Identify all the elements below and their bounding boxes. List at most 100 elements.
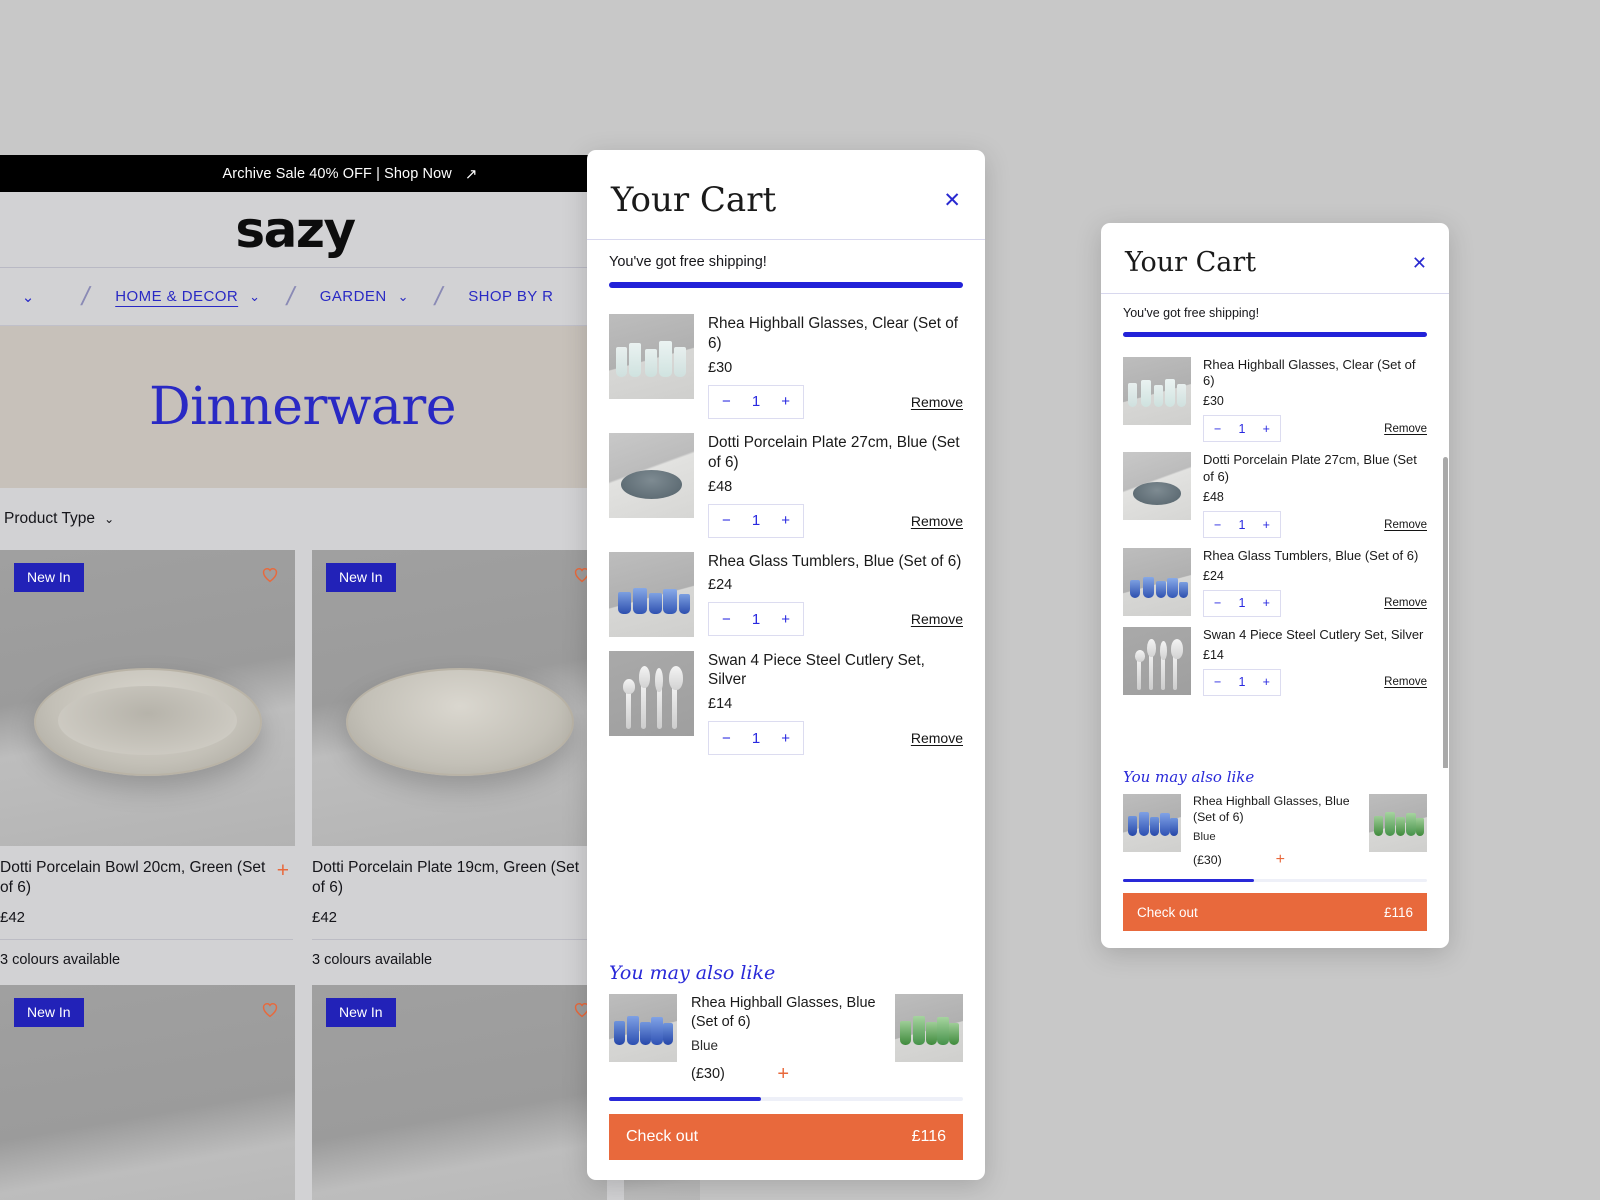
quantity-decrease-button[interactable]: −: [1214, 422, 1221, 436]
product-thumbnail[interactable]: [609, 551, 694, 637]
product-thumbnail[interactable]: [609, 650, 694, 736]
brand-logo[interactable]: sazy: [235, 205, 464, 255]
remove-item-link[interactable]: Remove: [911, 611, 963, 627]
quantity-increase-button[interactable]: +: [1263, 518, 1270, 532]
product-image[interactable]: New In: [0, 550, 295, 846]
product-card[interactable]: New In Dotti Porcelain Bowl 20cm, Green …: [0, 550, 295, 968]
cart-items-list: Rhea Highball Glasses, Clear (Set of 6) …: [587, 288, 985, 962]
product-card[interactable]: New In: [0, 985, 295, 1200]
recommendation-thumbnail[interactable]: [609, 994, 677, 1063]
remove-item-link[interactable]: Remove: [1384, 676, 1427, 688]
cart-line-item: Rhea Glass Tumblers, Blue (Set of 6) £24…: [609, 551, 963, 637]
chevron-down-icon[interactable]: ⌄: [0, 288, 56, 306]
quantity-stepper[interactable]: − 1 +: [708, 503, 804, 538]
quantity-increase-button[interactable]: +: [1263, 675, 1270, 689]
cart-item-name[interactable]: Swan 4 Piece Steel Cutlery Set, Silver: [708, 651, 963, 691]
quantity-decrease-button[interactable]: −: [1214, 675, 1221, 689]
close-icon[interactable]: ✕: [1412, 254, 1427, 272]
quantity-decrease-button[interactable]: −: [1214, 518, 1221, 532]
product-photo-shape: [33, 667, 262, 776]
nav-item-shop-by-room[interactable]: SHOP BY R: [468, 288, 553, 305]
recommendation-scrollbar[interactable]: [609, 1097, 963, 1101]
product-image[interactable]: New In: [0, 985, 295, 1200]
add-recommendation-icon[interactable]: +: [1276, 851, 1285, 868]
quantity-stepper[interactable]: − 1 +: [1203, 511, 1281, 539]
product-image[interactable]: New In: [312, 550, 607, 846]
nav-item-home-and-decor[interactable]: HOME & DECOR ⌄: [115, 288, 260, 305]
quantity-stepper[interactable]: − 1 +: [1203, 589, 1281, 617]
cart-line-item-info: Rhea Highball Glasses, Clear (Set of 6) …: [708, 314, 963, 419]
cart-line-item-info: Dotti Porcelain Plate 27cm, Blue (Set of…: [1203, 452, 1427, 539]
product-thumbnail[interactable]: [1123, 452, 1191, 521]
remove-item-link[interactable]: Remove: [911, 513, 963, 529]
product-thumbnail[interactable]: [609, 314, 694, 399]
product-title[interactable]: Dotti Porcelain Plate 19cm, Green (Set o…: [312, 858, 586, 898]
quantity-value: 1: [751, 610, 761, 628]
product-title[interactable]: Dotti Porcelain Bowl 20cm, Green (Set of…: [0, 858, 274, 898]
cart-item-name[interactable]: Dotti Porcelain Plate 27cm, Blue (Set of…: [1203, 452, 1427, 486]
quantity-decrease-button[interactable]: −: [722, 730, 731, 747]
quantity-increase-button[interactable]: +: [781, 393, 790, 410]
quantity-stepper[interactable]: − 1 +: [708, 602, 804, 637]
add-recommendation-icon[interactable]: +: [777, 1064, 789, 1084]
cart-item-name[interactable]: Rhea Glass Tumblers, Blue (Set of 6): [708, 552, 963, 572]
remove-item-link[interactable]: Remove: [1384, 597, 1427, 609]
quantity-decrease-button[interactable]: −: [722, 393, 731, 410]
cart-item-name[interactable]: Rhea Glass Tumblers, Blue (Set of 6): [1203, 548, 1427, 565]
quantity-value: 1: [1238, 421, 1246, 436]
product-thumbnail[interactable]: [1123, 548, 1191, 617]
product-image[interactable]: New In: [312, 985, 607, 1200]
recommendation-name[interactable]: Rhea Highball Glasses, Blue (Set of 6): [691, 994, 881, 1032]
product-card[interactable]: New In Dotti Porcelain Plate 19cm, Green…: [312, 550, 607, 968]
quantity-stepper[interactable]: − 1 +: [708, 721, 804, 756]
cart-item-name[interactable]: Rhea Highball Glasses, Clear (Set of 6): [1203, 357, 1427, 391]
nav-item-garden[interactable]: GARDEN ⌄: [320, 288, 409, 305]
recommendation-name[interactable]: Rhea Highball Glasses, Blue (Set of 6): [1193, 794, 1357, 826]
quantity-increase-button[interactable]: +: [781, 512, 790, 529]
remove-item-link[interactable]: Remove: [911, 730, 963, 746]
cart-item-name[interactable]: Swan 4 Piece Steel Cutlery Set, Silver: [1203, 627, 1427, 644]
recommendation-thumbnail-next[interactable]: [895, 994, 963, 1063]
quantity-stepper[interactable]: − 1 +: [1203, 668, 1281, 696]
free-shipping-text: You've got free shipping!: [1123, 306, 1260, 320]
quantity-decrease-button[interactable]: −: [722, 611, 731, 628]
product-card-body: Dotti Porcelain Bowl 20cm, Green (Set of…: [0, 846, 295, 968]
recommendation-variant: Blue: [691, 1038, 719, 1053]
checkout-button[interactable]: Check out £116: [609, 1114, 963, 1160]
checkout-button[interactable]: Check out £116: [1123, 893, 1427, 931]
product-card[interactable]: New In: [312, 985, 607, 1200]
wishlist-heart-icon[interactable]: [259, 998, 281, 1020]
checkout-label: Check out: [1137, 904, 1198, 920]
quantity-increase-button[interactable]: +: [1263, 596, 1270, 610]
checkout-total: £116: [1383, 904, 1413, 920]
quantity-increase-button[interactable]: +: [781, 611, 790, 628]
quantity-decrease-button[interactable]: −: [1214, 596, 1221, 610]
remove-item-link[interactable]: Remove: [911, 394, 963, 410]
recommendation-thumbnail[interactable]: [1123, 793, 1181, 852]
product-thumbnail[interactable]: [609, 432, 694, 518]
cart-item-price: £24: [1203, 568, 1224, 583]
recommendation-scrollbar[interactable]: [1123, 878, 1427, 882]
recommendation-thumbnail-next[interactable]: [1369, 793, 1427, 852]
quick-add-icon[interactable]: +: [277, 860, 289, 881]
cart-scrollbar[interactable]: [1443, 456, 1448, 768]
quantity-decrease-button[interactable]: −: [722, 512, 731, 529]
close-icon[interactable]: ✕: [943, 190, 961, 211]
nav-item-label: GARDEN: [319, 288, 387, 305]
remove-item-link[interactable]: Remove: [1384, 423, 1427, 435]
product-thumbnail[interactable]: [1123, 626, 1191, 695]
product-thumbnail[interactable]: [1123, 356, 1191, 425]
cart-item-price: £48: [708, 478, 733, 495]
filter-product-type[interactable]: Product Type ⌄: [4, 510, 114, 528]
quantity-increase-button[interactable]: +: [781, 730, 790, 747]
recommendations-section: You may also like Rhea Highball Glasses,…: [587, 962, 985, 1101]
product-colours: 3 colours available: [312, 939, 605, 968]
wishlist-heart-icon[interactable]: [259, 563, 281, 585]
quantity-stepper[interactable]: − 1 +: [1203, 415, 1281, 443]
quantity-stepper[interactable]: − 1 +: [708, 384, 804, 419]
remove-item-link[interactable]: Remove: [1384, 519, 1427, 531]
cart-item-name[interactable]: Dotti Porcelain Plate 27cm, Blue (Set of…: [708, 433, 963, 473]
product-photo-shape: [345, 667, 574, 776]
cart-item-name[interactable]: Rhea Highball Glasses, Clear (Set of 6): [708, 314, 963, 354]
quantity-increase-button[interactable]: +: [1263, 422, 1270, 436]
